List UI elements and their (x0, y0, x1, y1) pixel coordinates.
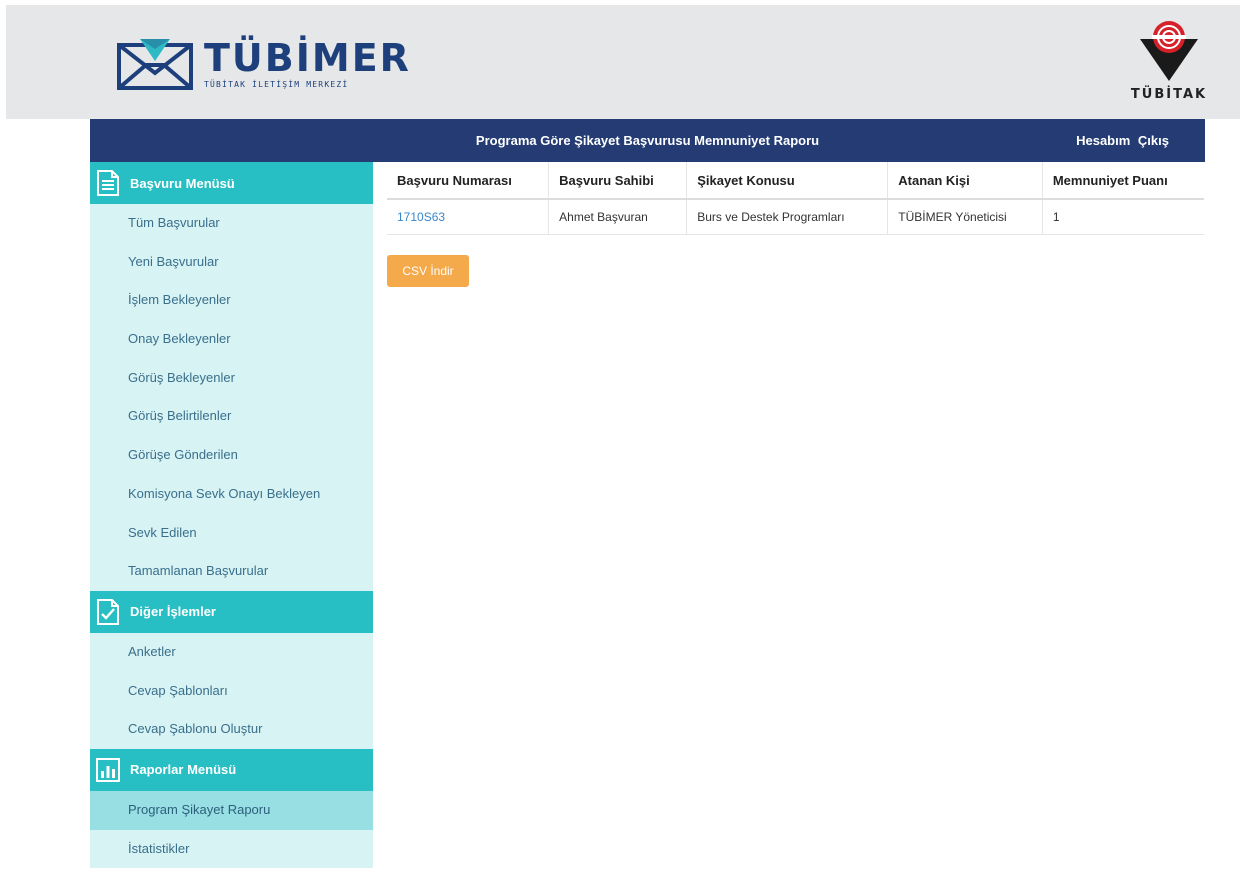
column-header[interactable]: Memnuniyet Puanı (1042, 162, 1204, 200)
document-icon (94, 169, 122, 197)
tubitak-emblem-icon (1140, 21, 1198, 81)
main-content: Başvuru Numarası Başvuru Sahibi Şikayet … (373, 162, 1205, 287)
column-header[interactable]: Atanan Kişi (887, 162, 1043, 200)
title-bar: Programa Göre Şikayet Başvurusu Memnuniy… (90, 119, 1205, 162)
csv-download-button[interactable]: CSV İndir (387, 255, 469, 287)
sidebar-item-cevap-sablonlari[interactable]: Cevap Şablonları (90, 672, 373, 711)
sidebar-section-title: Başvuru Menüsü (130, 175, 235, 191)
applicant-cell: Ahmet Başvuran (548, 199, 688, 235)
sidebar-item-anketler[interactable]: Anketler (90, 633, 373, 672)
sidebar-item-goruse-gonderilen[interactable]: Görüşe Gönderilen (90, 436, 373, 475)
sidebar-item-yeni-basvurular[interactable]: Yeni Başvurular (90, 243, 373, 282)
logo-subtitle: TÜBİTAK İLETİŞİM MERKEZİ (204, 79, 349, 89)
assignee-cell: TÜBİMER Yöneticisi (887, 199, 1043, 235)
sidebar-section-title: Raporlar Menüsü (130, 762, 237, 778)
sidebar-item-komisyona-sevk[interactable]: Komisyona Sevk Onayı Bekleyen (90, 475, 373, 514)
sidebar-item-tamamlanan[interactable]: Tamamlanan Başvurular (90, 552, 373, 591)
tubitak-logo[interactable]: TÜBİTAK (1130, 17, 1208, 102)
sidebar-item-tum-basvurular[interactable]: Tüm Başvurular (90, 204, 373, 243)
application-number-cell: 1710S63 (387, 199, 550, 235)
tubitak-logo-text: TÜBİTAK (1130, 87, 1208, 102)
sidebar-item-program-sikayet-raporu[interactable]: Program Şikayet Raporu (90, 790, 373, 830)
sidebar-item-cevap-sablonu-olustur[interactable]: Cevap Şablonu Oluştur (90, 710, 373, 749)
logo-title: TÜBİMER (204, 35, 411, 80)
sidebar-section-raporlar[interactable]: Raporlar Menüsü (90, 748, 373, 791)
sidebar-item-islem-bekleyenler[interactable]: İşlem Bekleyenler (90, 281, 373, 320)
tubimer-logo[interactable]: TÜBİMER TÜBİTAK İLETİŞİM MERKEZİ (116, 27, 411, 99)
column-header[interactable]: Başvuru Numarası (387, 162, 550, 200)
satisfaction-score-cell: 1 (1042, 199, 1204, 235)
sidebar-section-basvuru[interactable]: Başvuru Menüsü (90, 162, 373, 204)
sidebar-item-onay-bekleyenler[interactable]: Onay Bekleyenler (90, 320, 373, 359)
checklist-icon (94, 598, 122, 626)
complaint-subject-cell: Burs ve Destek Programları (686, 199, 889, 235)
report-table: Başvuru Numarası Başvuru Sahibi Şikayet … (387, 162, 1204, 235)
column-header[interactable]: Şikayet Konusu (686, 162, 889, 200)
bar-chart-icon (94, 756, 122, 784)
application-number-link[interactable]: 1710S63 (397, 210, 445, 224)
sidebar: Başvuru Menüsü Tüm Başvurular Yeni Başvu… (90, 162, 373, 868)
sidebar-item-gorus-bekleyenler[interactable]: Görüş Bekleyenler (90, 359, 373, 398)
account-link[interactable]: Hesabım (1076, 133, 1130, 148)
page: TÜBİMER TÜBİTAK İLETİŞİM MERKEZİ TÜBİTAK… (0, 0, 1240, 874)
top-header: TÜBİMER TÜBİTAK İLETİŞİM MERKEZİ TÜBİTAK (6, 5, 1240, 119)
page-title: Programa Göre Şikayet Başvurusu Memnuniy… (475, 133, 820, 148)
sidebar-item-sevk-edilen[interactable]: Sevk Edilen (90, 514, 373, 553)
sidebar-section-diger[interactable]: Diğer İşlemler (90, 590, 373, 633)
sidebar-section-title: Diğer İşlemler (130, 604, 216, 620)
sidebar-item-gorus-belirtilenler[interactable]: Görüş Belirtilenler (90, 397, 373, 436)
table-header-row: Başvuru Numarası Başvuru Sahibi Şikayet … (387, 162, 1204, 200)
table-row: 1710S63 Ahmet Başvuran Burs ve Destek Pr… (387, 199, 1204, 235)
top-links: Hesabım Çıkış (1072, 119, 1169, 162)
sidebar-item-istatistikler[interactable]: İstatistikler (90, 830, 373, 869)
column-header[interactable]: Başvuru Sahibi (548, 162, 688, 200)
logout-link[interactable]: Çıkış (1138, 133, 1169, 148)
envelope-logo-icon (117, 39, 193, 90)
